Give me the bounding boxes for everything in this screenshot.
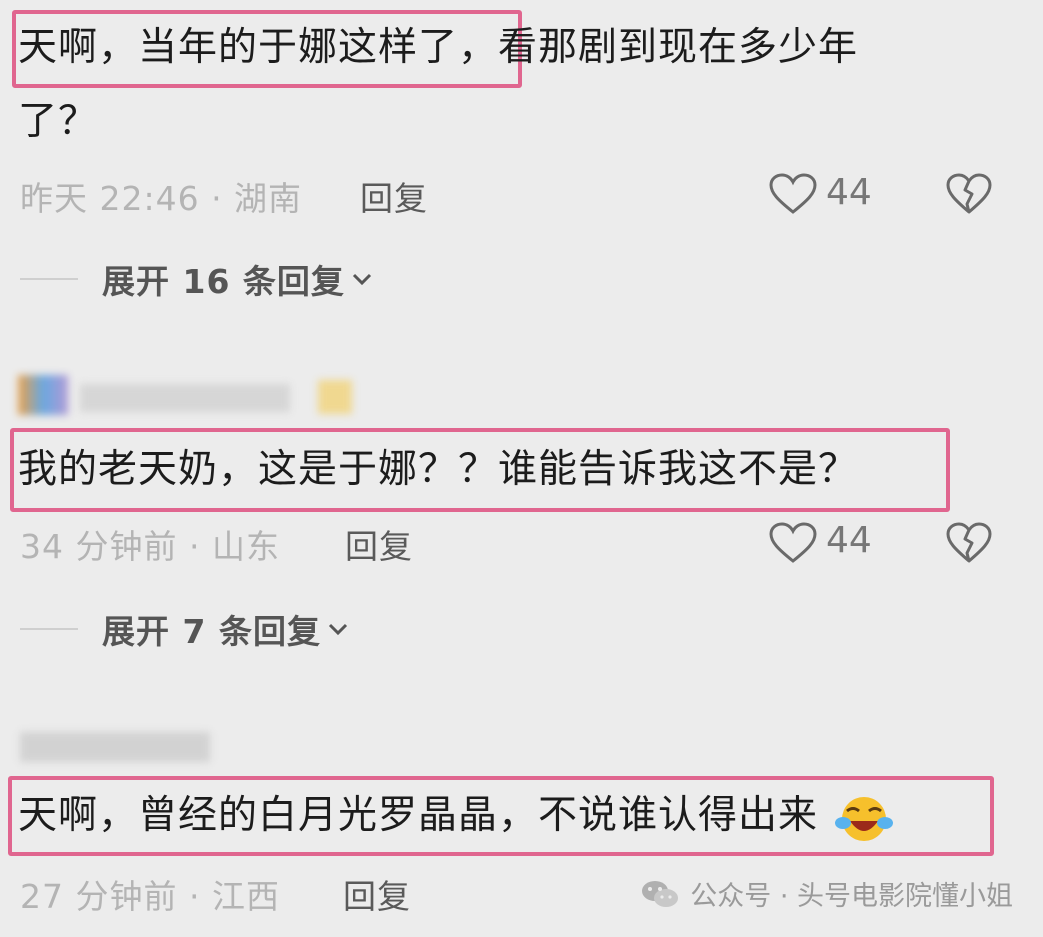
divider-line [20,278,78,280]
watermark-text: 公众号 · 头号电影院懂小姐 [690,881,1013,912]
avatar [18,375,68,415]
expand-replies-label: 展开 16 条回复 [102,262,345,301]
reply-button[interactable]: 回复 [345,520,413,568]
expand-replies-button[interactable]: 展开 16 条回复 [20,255,373,303]
chevron-down-icon [352,273,371,286]
heart-icon[interactable] [768,172,818,216]
comment-text: 我的老天奶，这是于娜？？谁能告诉我这不是？ [18,447,859,492]
heart-icon[interactable] [768,521,818,565]
watermark: 公众号 · 头号电影院懂小姐 [640,874,1013,913]
wechat-icon [642,880,679,907]
comment-meta: 昨天 22:46 · 湖南 [20,179,303,218]
comment-text: 天啊，当年的于娜这样了，看那剧到现在多少年 [18,25,859,70]
chevron-down-icon [328,623,348,636]
like-count: 44 [826,172,872,213]
reply-button[interactable]: 回复 [360,172,428,220]
like-count: 44 [826,520,872,561]
broken-heart-icon[interactable] [945,172,993,216]
username [20,732,210,762]
broken-heart-icon[interactable] [945,521,993,565]
comment-text-continued: 了？ [18,99,99,144]
expand-replies-label: 展开 7 条回复 [102,612,321,651]
comment-meta: 27 分钟前 · 江西 [20,877,280,916]
comment-text: 天啊，曾经的白月光罗晶晶，不说谁认得出来 [18,784,894,848]
comment-meta: 34 分钟前 · 山东 [20,527,280,566]
expand-replies-button[interactable]: 展开 7 条回复 [20,605,349,653]
username-badge [318,380,352,414]
comment-text-content: 天啊，曾经的白月光罗晶晶，不说谁认得出来 [18,793,819,838]
username [80,384,290,412]
divider-line [20,628,78,630]
reply-button[interactable]: 回复 [343,870,411,918]
laughing-crying-emoji-icon [835,796,894,841]
